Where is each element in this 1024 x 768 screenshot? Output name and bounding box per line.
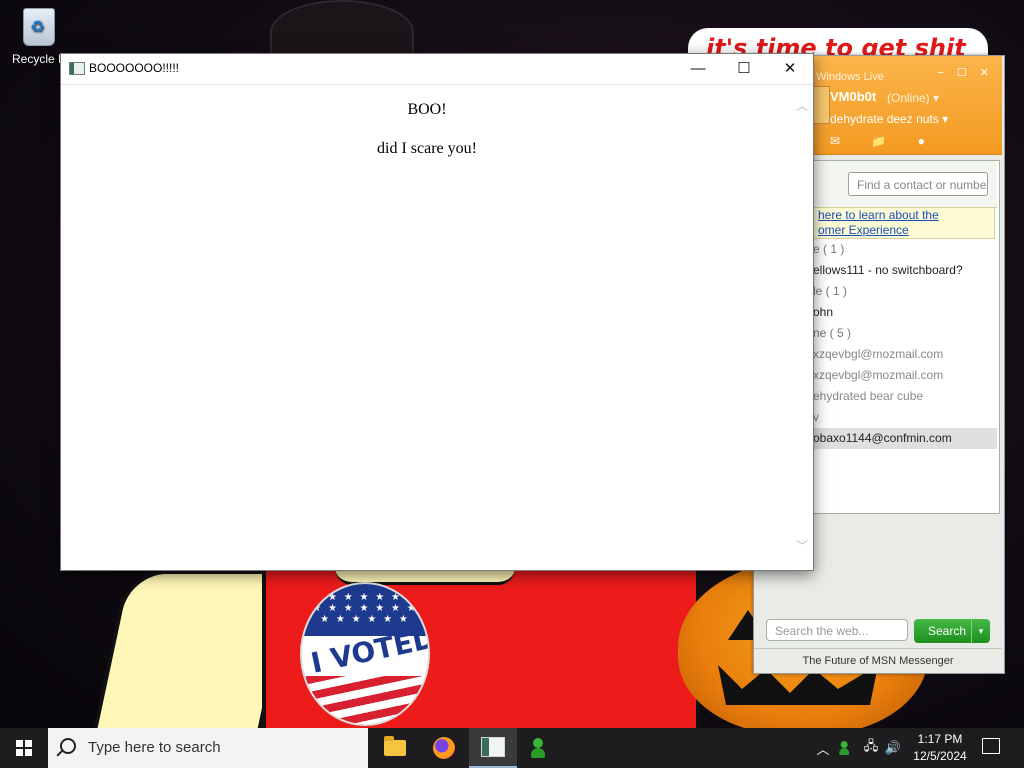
window-title: BOOOOOOO!!!!!	[89, 61, 180, 75]
app-icon	[69, 62, 85, 75]
start-button[interactable]	[0, 728, 48, 768]
messenger-tray-icon[interactable]	[836, 728, 858, 768]
file-explorer-button[interactable]	[371, 728, 419, 768]
minimize-button[interactable]: —	[675, 54, 721, 84]
msn-personal-message[interactable]: dehydrate deez nuts ▾	[830, 112, 948, 126]
close-button[interactable]: ✕	[767, 54, 813, 84]
windows-logo-icon	[16, 740, 32, 756]
find-contact-input[interactable]: Find a contact or number...	[848, 172, 988, 196]
taskbar: Type here to search ︿ 🖧 🔊 1:17 PM 12/5/2…	[0, 728, 1024, 768]
boo-titlebar[interactable]: BOOOOOOO!!!!! — ☐ ✕	[61, 54, 813, 85]
maximize-button[interactable]: ☐	[721, 54, 767, 84]
boo-app-button[interactable]	[469, 728, 517, 768]
web-search-button[interactable]: Search ▾	[914, 619, 990, 643]
boo-content: BOO! did I scare you!	[62, 85, 792, 569]
search-icon	[60, 738, 76, 754]
scroll-up-icon[interactable]: ︿	[796, 97, 808, 114]
taskbar-search-placeholder: Type here to search	[88, 739, 221, 756]
clock-date: 12/5/2024	[913, 749, 967, 763]
recycle-bin-icon	[23, 8, 55, 46]
firefox-button[interactable]	[420, 728, 468, 768]
messenger-buddy-icon	[531, 738, 553, 758]
page-heading: BOO!	[407, 101, 447, 118]
scroll-down-icon[interactable]: ﹀	[796, 537, 808, 554]
search-button-label: Search	[928, 624, 967, 638]
taskbar-search-box[interactable]: Type here to search	[48, 728, 368, 768]
msn-window-controls[interactable]: − ☐ ✕	[937, 66, 994, 79]
msn-footer: The Future of MSN Messenger	[754, 648, 1002, 673]
msn-messenger-button[interactable]	[518, 728, 566, 768]
recycle-bin-label: Recycle B	[11, 52, 67, 66]
taskbar-clock[interactable]: 1:17 PM 12/5/2024	[900, 731, 980, 765]
msn-status-dropdown[interactable]: (Online) ▾	[887, 91, 939, 105]
web-search-input[interactable]: Search the web...	[766, 619, 908, 641]
folder-icon	[384, 736, 406, 756]
notification-center-icon[interactable]	[982, 738, 1000, 754]
chevron-down-icon[interactable]: ▾	[971, 619, 990, 643]
firefox-icon	[433, 737, 455, 759]
msn-brand: Windows Live	[816, 71, 884, 83]
msn-toolbar-icons[interactable]: ✉ 📁 ●	[830, 134, 939, 148]
sticker-stars: ★ ★ ★ ★ ★ ★ ★ ★ ★ ★ ★ ★ ★ ★ ★ ★ ★ ★ ★ ★	[312, 592, 418, 625]
vertical-scrollbar[interactable]: ︿ ﹀	[793, 85, 812, 569]
network-icon[interactable]: 🖧	[860, 728, 882, 768]
msn-display-name[interactable]: VM0b0t	[830, 89, 876, 104]
i-voted-sticker: ★ ★ ★ ★ ★ ★ ★ ★ ★ ★ ★ ★ ★ ★ ★ ★ ★ ★ ★ ★ …	[300, 582, 430, 726]
app-window-icon	[481, 737, 505, 757]
page-text: did I scare you!	[377, 140, 477, 157]
boo-window[interactable]: BOOOOOOO!!!!! — ☐ ✕ BOO! did I scare you…	[60, 53, 814, 571]
tray-overflow-chevron-icon[interactable]: ︿	[812, 728, 834, 768]
clock-time: 1:17 PM	[917, 732, 963, 746]
